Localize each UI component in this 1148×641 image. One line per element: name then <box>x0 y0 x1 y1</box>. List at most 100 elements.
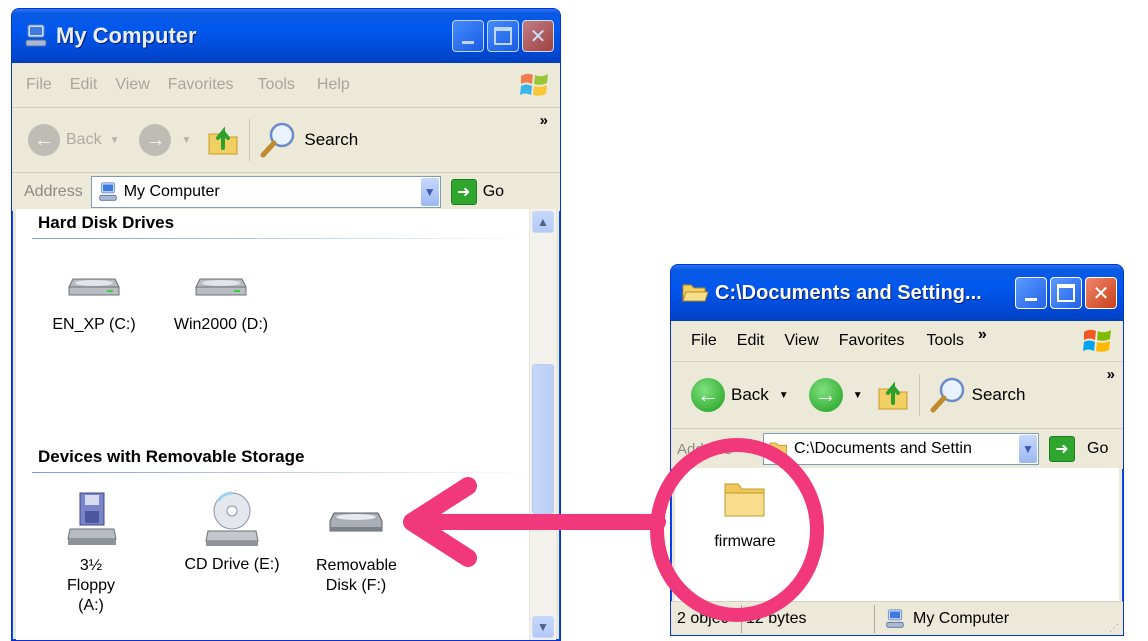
search-label: Search <box>971 385 1026 404</box>
go-arrow-icon: ➜ <box>1049 436 1075 462</box>
minimize-button[interactable] <box>1015 277 1047 309</box>
window-title: My Computer <box>56 23 197 48</box>
forward-arrow-icon: → <box>808 378 843 412</box>
search-button[interactable]: Search <box>258 119 358 161</box>
menu-tools[interactable]: Tools <box>927 332 964 350</box>
forward-dropdown-icon[interactable]: ▼ <box>181 135 191 146</box>
group-divider <box>32 472 532 473</box>
chevron-down-icon[interactable]: ▼ <box>1019 435 1037 463</box>
search-icon <box>930 377 964 413</box>
menu-bar: File Edit View Favorites Tools » <box>671 321 1123 362</box>
my-computer-icon <box>886 609 904 628</box>
title-bar[interactable]: My Computer ✕ <box>12 9 560 63</box>
windows-logo-icon <box>1083 329 1111 352</box>
hard-drive-icon <box>195 278 247 296</box>
menu-view[interactable]: View <box>784 332 818 350</box>
address-field[interactable]: C:\Documents and Settin ▼ <box>763 433 1039 465</box>
window-title: C:\Documents and Setting... <box>715 281 982 304</box>
address-value: My Computer <box>123 183 220 200</box>
removable-disk-icon <box>329 512 383 532</box>
go-label: Go <box>1087 440 1109 457</box>
close-button[interactable]: ✕ <box>522 20 554 52</box>
address-label: Address <box>24 183 83 200</box>
scroll-down-button[interactable]: ▼ <box>532 616 554 638</box>
group-heading-removable: Devices with Removable Storage <box>38 447 305 466</box>
open-folder-icon <box>682 284 709 302</box>
status-size: 12 bytes <box>746 610 807 627</box>
maximize-button[interactable] <box>487 20 519 52</box>
search-icon <box>260 122 295 158</box>
minimize-button[interactable] <box>452 20 484 52</box>
search-button[interactable]: Search <box>928 374 1026 416</box>
drive-item[interactable]: EN_XP (C:) <box>46 269 142 334</box>
menu-edit[interactable]: Edit <box>70 76 98 94</box>
go-arrow-icon: ➜ <box>450 179 477 205</box>
address-bar: Address My Computer ▼ ➜ Go <box>12 173 560 211</box>
drive-item[interactable]: Removable Disk (F:) <box>306 491 406 596</box>
group-heading-hard-disks: Hard Disk Drives <box>38 213 175 232</box>
drive-item[interactable]: CD Drive (E:) <box>174 491 290 574</box>
status-bar: 2 objec 12 bytes My Computer ⋰ <box>671 601 1123 635</box>
scroll-up-button[interactable]: ▲ <box>532 211 554 233</box>
maximize-button[interactable] <box>1050 277 1082 309</box>
back-button[interactable]: ← Back ▼ <box>691 378 789 412</box>
address-field[interactable]: My Computer ▼ <box>90 176 441 208</box>
forward-button[interactable]: → ▼ <box>808 378 863 412</box>
close-button[interactable]: ✕ <box>1085 277 1117 309</box>
status-object-count: 2 objec <box>677 610 729 627</box>
go-button[interactable]: ➜ Go <box>450 179 505 205</box>
menu-favorites[interactable]: Favorites <box>839 332 905 350</box>
title-bar[interactable]: C:\Documents and Setting... ✕ <box>671 265 1123 321</box>
folder-item[interactable]: firmware <box>695 478 795 551</box>
menu-bar: File Edit View Favorites Tools Help <box>12 63 560 108</box>
drive-item[interactable]: Win2000 (D:) <box>166 269 276 334</box>
my-computer-window: My Computer ✕ File Edit View Favorites T… <box>11 8 561 641</box>
scrollbar-thumb[interactable] <box>532 364 554 514</box>
menu-chevron[interactable]: » <box>978 326 987 344</box>
documents-window: C:\Documents and Setting... ✕ File Edit … <box>670 264 1124 636</box>
menu-help[interactable]: Help <box>317 76 350 94</box>
forward-button[interactable]: → ▼ <box>139 124 191 156</box>
forward-dropdown-icon[interactable]: ▼ <box>853 390 863 401</box>
drive-label: Removable Disk (F:) <box>316 557 397 594</box>
vertical-scrollbar[interactable]: ▲ ▼ <box>529 209 556 640</box>
toolbar-chevron[interactable]: » <box>1107 366 1115 383</box>
back-arrow-icon: ← <box>691 378 725 412</box>
standard-toolbar: ← Back ▼ → ▼ Search » <box>12 108 560 173</box>
up-folder-icon[interactable] <box>205 122 241 158</box>
drive-label: CD Drive (E:) <box>184 556 280 573</box>
file-view: firmware <box>675 468 1119 601</box>
menu-favorites[interactable]: Favorites <box>168 76 234 94</box>
back-dropdown-icon[interactable]: ▼ <box>110 135 120 146</box>
back-label: Back <box>731 385 769 404</box>
drive-label: 3½ Floppy (A:) <box>66 557 116 614</box>
go-button[interactable]: ➜ Go <box>1049 436 1108 462</box>
up-folder-icon[interactable] <box>875 377 911 413</box>
toolbar-chevron[interactable]: » <box>540 112 548 129</box>
search-label: Search <box>304 130 359 149</box>
group-divider <box>32 238 532 239</box>
back-dropdown-icon[interactable]: ▼ <box>779 390 789 401</box>
resize-grip-icon[interactable]: ⋰ <box>1109 623 1119 634</box>
drive-label: EN_XP (C:) <box>52 316 136 333</box>
menu-view[interactable]: View <box>115 76 149 94</box>
back-arrow-icon: ← <box>28 124 60 156</box>
go-label: Go <box>482 183 505 200</box>
drive-item[interactable]: 3½ Floppy (A:) <box>44 491 140 616</box>
chevron-down-icon[interactable]: ▼ <box>420 178 439 206</box>
hard-drive-icon <box>68 278 120 296</box>
standard-toolbar: ← Back ▼ → ▼ Search » <box>671 362 1123 429</box>
folder-icon <box>769 442 787 456</box>
drive-label: Win2000 (D:) <box>173 316 269 333</box>
my-computer-icon <box>98 182 117 201</box>
back-button[interactable]: ← Back ▼ <box>28 124 119 156</box>
folder-icon <box>724 483 765 517</box>
menu-file[interactable]: File <box>26 76 52 94</box>
menu-tools[interactable]: Tools <box>258 76 295 94</box>
menu-edit[interactable]: Edit <box>737 332 765 350</box>
floppy-drive-icon <box>67 492 117 545</box>
menu-file[interactable]: File <box>691 332 717 350</box>
forward-arrow-icon: → <box>139 124 172 156</box>
folder-label: firmware <box>714 533 776 550</box>
address-bar: Address C:\Documents and Settin ▼ ➜ Go <box>671 429 1123 469</box>
